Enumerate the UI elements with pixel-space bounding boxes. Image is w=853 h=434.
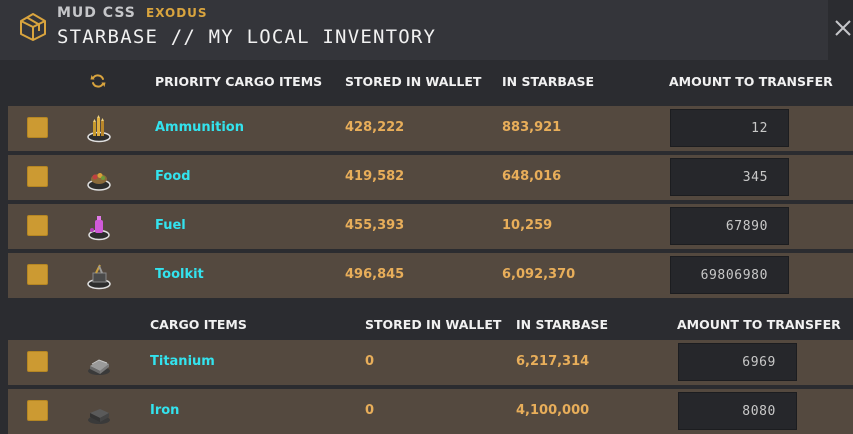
- wallet-value: 496,845: [345, 267, 405, 282]
- cargo-col-wallet: STORED IN WALLET: [365, 317, 502, 332]
- starbase-value: 10,259: [502, 218, 553, 233]
- close-icon[interactable]: [833, 18, 853, 38]
- starbase-value: 648,016: [502, 169, 562, 184]
- org-name: MUD CSS: [57, 5, 136, 21]
- table-row: Food 419,582 648,016 345: [8, 155, 853, 200]
- wallet-value: 428,222: [345, 120, 405, 135]
- row-checkbox[interactable]: [27, 166, 48, 187]
- cube-logo-icon: [20, 13, 46, 41]
- priority-col-wallet: STORED IN WALLET: [345, 74, 482, 89]
- toolkit-icon: [87, 264, 111, 290]
- item-name: Toolkit: [155, 267, 204, 282]
- page-title: STARBASE // MY LOCAL INVENTORY: [57, 26, 437, 48]
- item-name: Titanium: [150, 354, 215, 369]
- table-row: Toolkit 496,845 6,092,370 69806980: [8, 253, 853, 298]
- item-name: Food: [155, 169, 191, 184]
- item-name: Ammunition: [155, 120, 244, 135]
- table-row: Fuel 455,393 10,259 67890: [8, 204, 853, 249]
- cargo-col-transfer: AMOUNT TO TRANSFER: [677, 317, 841, 332]
- amount-input[interactable]: 6969: [678, 343, 797, 381]
- row-checkbox[interactable]: [27, 351, 48, 372]
- priority-col-item: PRIORITY CARGO ITEMS: [155, 74, 323, 89]
- priority-col-transfer: AMOUNT TO TRANSFER: [669, 74, 833, 89]
- ammunition-icon: [87, 115, 111, 143]
- titanium-icon: [88, 359, 110, 375]
- faction-label: EXODUS: [146, 6, 208, 20]
- priority-col-starbase: IN STARBASE: [502, 74, 595, 89]
- wallet-value: 0: [365, 354, 375, 369]
- item-name: Fuel: [155, 218, 186, 233]
- app-header: MUD CSS EXODUS STARBASE // MY LOCAL INVE…: [0, 0, 853, 60]
- item-name: Iron: [150, 403, 180, 418]
- row-checkbox[interactable]: [27, 264, 48, 285]
- table-row: Iron 0 4,100,000 8080: [8, 389, 853, 434]
- starbase-value: 883,921: [502, 120, 562, 135]
- row-checkbox[interactable]: [27, 215, 48, 236]
- food-icon: [87, 173, 111, 191]
- amount-input[interactable]: 69806980: [670, 256, 789, 294]
- iron-icon: [88, 409, 110, 424]
- amount-input[interactable]: 12: [670, 109, 789, 147]
- starbase-value: 4,100,000: [516, 403, 590, 418]
- wallet-value: 419,582: [345, 169, 405, 184]
- starbase-value: 6,092,370: [502, 267, 576, 282]
- amount-input[interactable]: 67890: [670, 207, 789, 245]
- refresh-icon[interactable]: [90, 73, 106, 89]
- starbase-value: 6,217,314: [516, 354, 590, 369]
- row-checkbox[interactable]: [27, 400, 48, 421]
- amount-input[interactable]: 8080: [678, 392, 797, 430]
- table-row: Titanium 0 6,217,314 6969: [8, 340, 853, 385]
- fuel-icon: [88, 216, 110, 241]
- wallet-value: 455,393: [345, 218, 405, 233]
- wallet-value: 0: [365, 403, 375, 418]
- amount-input[interactable]: 345: [670, 158, 789, 196]
- table-row: Ammunition 428,222 883,921 12: [8, 106, 853, 151]
- row-checkbox[interactable]: [27, 117, 48, 138]
- cargo-col-item: CARGO ITEMS: [150, 317, 247, 332]
- cargo-col-starbase: IN STARBASE: [516, 317, 609, 332]
